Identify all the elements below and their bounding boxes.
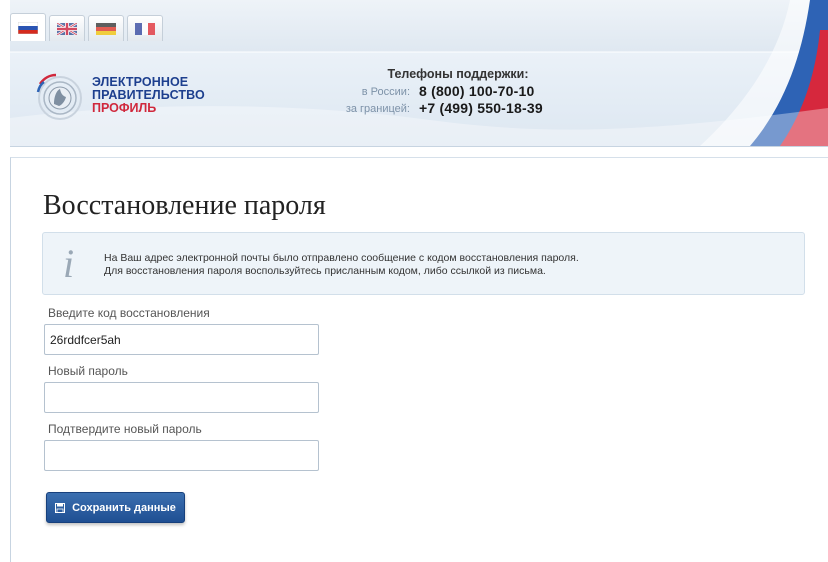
support-russia-phone: 8 (800) 100-70-10 [419,83,535,99]
main-content: Восстановление пароля i На Ваш адрес эле… [10,157,828,562]
support-abroad-phone: +7 (499) 550-18-39 [419,100,543,116]
support-row-russia: в России: 8 (800) 100-70-10 [310,83,610,99]
brand-line-3: ПРОФИЛЬ [92,101,157,115]
page-title: Восстановление пароля [43,190,326,221]
site-header: ЭЛЕКТРОННОЕ ПРАВИТЕЛЬСТВО ПРОФИЛЬ Телефо… [10,0,828,147]
brand-name[interactable]: ЭЛЕКТРОННОЕ ПРАВИТЕЛЬСТВО ПРОФИЛЬ [92,76,205,115]
support-russia-label: в России: [361,86,410,98]
save-button-label: Сохранить данные [72,501,176,514]
recovery-code-input[interactable] [44,324,319,355]
support-title: Телефоны поддержки: [387,67,529,81]
info-line-2: Для восстановления пароля воспользуйтесь… [104,265,546,277]
code-label: Введите код восстановления [48,306,210,320]
language-tab-fr[interactable] [127,15,163,41]
info-line-1: На Ваш адрес электронной почты было отпр… [104,252,579,264]
russia-flag-icon [18,21,38,34]
germany-flag-icon [96,22,116,35]
language-tab-ru[interactable] [10,13,46,41]
support-row-abroad: за границей: +7 (499) 550-18-39 [310,100,610,116]
confirm-password-input[interactable] [44,440,319,471]
floppy-disk-icon [55,502,66,513]
confirm-password-label: Подтвердите новый пароль [48,422,202,436]
uk-flag-icon [57,22,77,35]
new-password-label: Новый пароль [48,364,128,378]
language-tab-de[interactable] [88,15,124,41]
info-icon: i [63,241,75,286]
gosuslugi-logo-icon[interactable] [32,70,84,126]
support-abroad-label: за границей: [345,103,410,115]
info-message: i На Ваш адрес электронной почты было от… [42,232,805,295]
france-flag-icon [135,22,155,35]
new-password-input[interactable] [44,382,319,413]
info-text: На Ваш адрес электронной почты было отпр… [104,252,579,278]
language-tabs [10,13,163,41]
save-button[interactable]: Сохранить данные [46,492,185,523]
language-tab-en[interactable] [49,15,85,41]
